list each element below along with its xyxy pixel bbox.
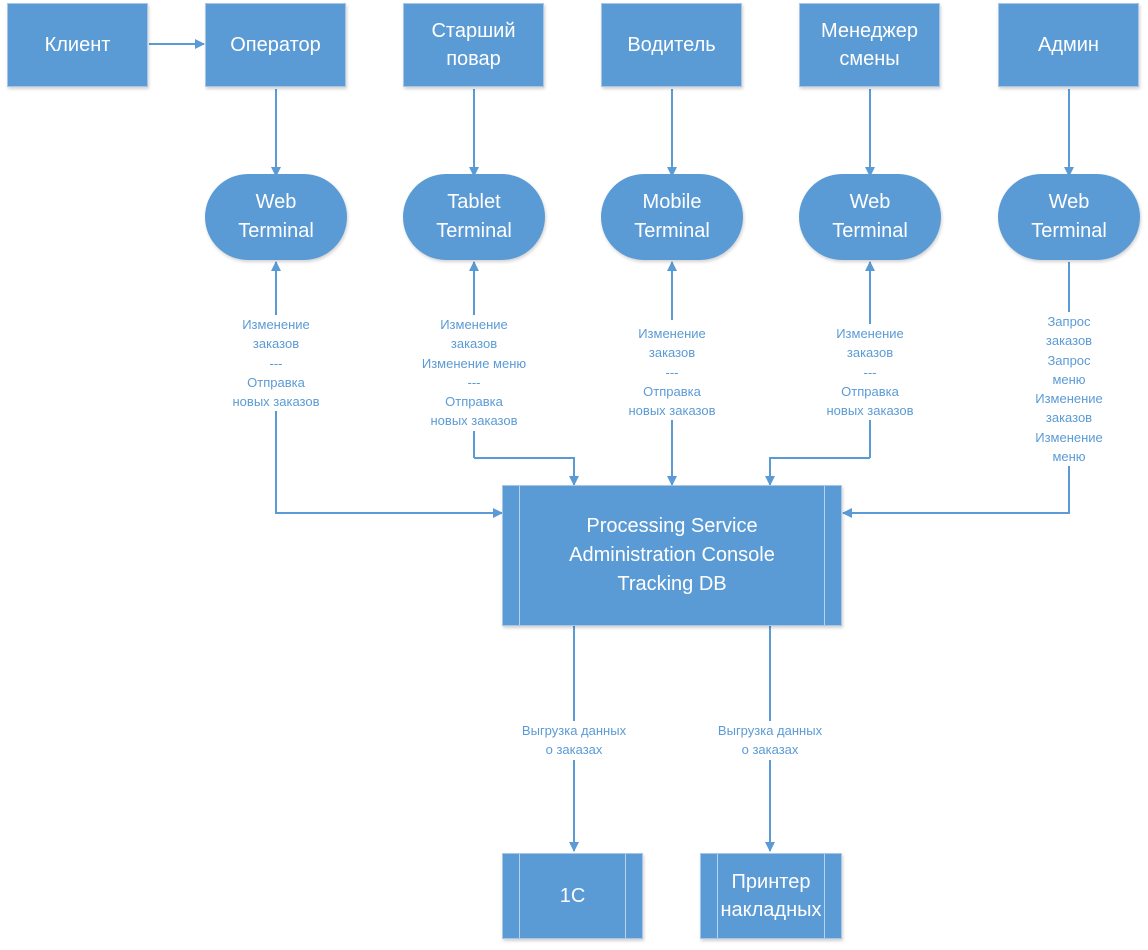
- core-system[interactable]: Processing Service Administration Consol…: [502, 485, 842, 626]
- terminal-operator-web-label: Web Terminal: [238, 191, 314, 242]
- flow-label-operator: Изменение заказов --- Отправка новых зак…: [230, 315, 322, 412]
- terminal-cook-tablet[interactable]: Tablet Terminal: [403, 174, 545, 260]
- output-printer[interactable]: Принтер накладных: [700, 853, 842, 939]
- actor-senior-cook[interactable]: Старший повар: [403, 3, 544, 87]
- flow-label-to-printer: Выгрузка данных о заказах: [715, 721, 825, 760]
- terminal-admin-web-label: Web Terminal: [1031, 191, 1107, 242]
- actor-admin-label: Админ: [1038, 34, 1099, 56]
- actor-senior-cook-label: Старший повар: [431, 20, 516, 70]
- actor-operator[interactable]: Оператор: [205, 3, 346, 87]
- flow-label-admin: Запрос заказов Запрос меню Изменение зак…: [1029, 312, 1109, 467]
- core-system-label: Processing Service Administration Consol…: [569, 515, 775, 595]
- flow-label-driver: Изменение заказов --- Отправка новых зак…: [626, 324, 718, 421]
- connector-cook-terminal-core: [474, 457, 579, 486]
- actor-admin[interactable]: Админ: [998, 3, 1139, 87]
- flow-label-cook: Изменение заказов Изменение меню --- Отп…: [419, 315, 529, 431]
- connector-manager-terminal-core: [765, 457, 870, 486]
- actor-client[interactable]: Клиент: [7, 3, 148, 87]
- terminal-driver-mobile[interactable]: Mobile Terminal: [601, 174, 743, 260]
- actor-operator-label: Оператор: [230, 34, 321, 56]
- terminal-operator-web[interactable]: Web Terminal: [205, 174, 347, 260]
- flow-label-manager: Изменение заказов --- Отправка новых зак…: [824, 324, 916, 421]
- actor-shift-manager-label: Менеджер смены: [820, 20, 919, 70]
- terminal-cook-tablet-label: Tablet Terminal: [436, 191, 512, 242]
- connectors-layer: [149, 39, 1074, 852]
- actor-shift-manager[interactable]: Менеджер смены: [799, 3, 940, 87]
- terminal-driver-mobile-label: Mobile Terminal: [634, 191, 710, 242]
- output-1c-label: 1C: [559, 885, 586, 907]
- output-printer-label: Принтер накладных: [720, 871, 822, 921]
- terminal-manager-web[interactable]: Web Terminal: [799, 174, 941, 260]
- actor-driver-label: Водитель: [627, 34, 716, 56]
- terminal-manager-web-label: Web Terminal: [832, 191, 908, 242]
- actor-client-label: Клиент: [44, 34, 111, 56]
- terminal-admin-web[interactable]: Web Terminal: [998, 174, 1140, 260]
- actor-driver[interactable]: Водитель: [601, 3, 742, 87]
- flow-label-to-1c: Выгрузка данных о заказах: [519, 721, 629, 760]
- output-1c[interactable]: 1C: [502, 853, 643, 939]
